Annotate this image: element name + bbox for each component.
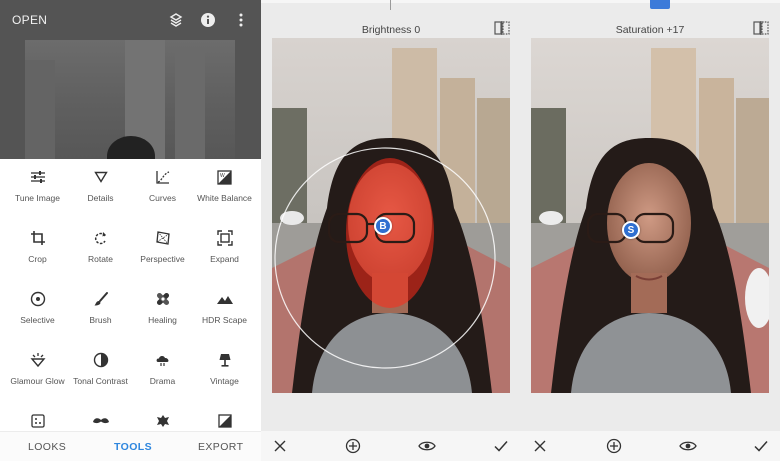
tab-export[interactable]: EXPORT xyxy=(198,441,243,453)
close-icon[interactable] xyxy=(271,437,289,455)
bottom-tab-bar: LOOKS TOOLS EXPORT xyxy=(0,431,261,461)
brightness-control-pin[interactable]: B xyxy=(374,217,392,235)
tool-expand[interactable]: Expand xyxy=(192,220,257,281)
grainy-film-icon xyxy=(28,411,48,431)
snapseed-screen: OPEN Tune Image Details Curves W White B… xyxy=(0,0,780,461)
tool-rotate[interactable]: Rotate xyxy=(68,220,133,281)
tool-grainy-film[interactable] xyxy=(5,403,70,431)
saturation-pane: Saturation +17 S xyxy=(520,0,780,461)
tool-brush[interactable]: Brush xyxy=(68,281,133,342)
tools-panel: OPEN Tune Image Details Curves W White B… xyxy=(0,0,261,461)
tool-grunge[interactable] xyxy=(130,403,195,431)
tool-tonal-contrast[interactable]: Tonal Contrast xyxy=(68,342,133,403)
tool-white-balance[interactable]: W White Balance xyxy=(192,159,257,220)
curves-icon xyxy=(153,167,173,187)
tool-retrolux[interactable] xyxy=(68,403,133,431)
pane-action-bar xyxy=(520,431,780,461)
white-balance-icon: W xyxy=(215,167,235,187)
dimmed-preview: OPEN xyxy=(0,0,261,159)
black-white-icon xyxy=(215,411,235,431)
tool-drama[interactable]: Drama xyxy=(130,342,195,403)
close-icon[interactable] xyxy=(531,437,549,455)
add-control-point-icon[interactable] xyxy=(605,437,623,455)
preview-thumbnail xyxy=(25,40,235,159)
tool-vintage[interactable]: Vintage xyxy=(192,342,257,403)
pane-title: Saturation +17 xyxy=(615,24,685,36)
selective-icon xyxy=(28,289,48,309)
apply-check-icon[interactable] xyxy=(752,437,770,455)
rotate-icon xyxy=(91,228,111,248)
eye-icon[interactable] xyxy=(418,437,436,455)
tool-healing[interactable]: Healing xyxy=(130,281,195,342)
adjust-slider-indicator[interactable] xyxy=(650,0,670,9)
brightness-pane: Brightness 0 B xyxy=(261,0,521,461)
glamour-glow-icon xyxy=(28,350,48,370)
tool-details[interactable]: Details xyxy=(68,159,133,220)
eye-icon[interactable] xyxy=(679,437,697,455)
tool-black-white[interactable] xyxy=(192,403,257,431)
tab-looks[interactable]: LOOKS xyxy=(28,441,66,453)
tool-glamour-glow[interactable]: Glamour Glow xyxy=(5,342,70,403)
perspective-icon xyxy=(153,228,173,248)
edit-panes: Brightness 0 B Saturation +17 S xyxy=(261,0,780,461)
tool-selective[interactable]: Selective xyxy=(5,281,70,342)
add-control-point-icon[interactable] xyxy=(344,437,362,455)
more-menu-icon[interactable] xyxy=(232,11,250,29)
pane-title: Brightness 0 xyxy=(361,24,421,36)
tool-tune-image[interactable]: Tune Image xyxy=(5,159,70,220)
photo-canvas[interactable] xyxy=(272,38,510,393)
tool-crop[interactable]: Crop xyxy=(5,220,70,281)
tool-curves[interactable]: Curves xyxy=(130,159,195,220)
photo-canvas[interactable] xyxy=(531,38,769,393)
expand-icon xyxy=(215,228,235,248)
details-triangle-icon xyxy=(91,167,111,187)
info-icon[interactable] xyxy=(199,11,217,29)
brush-icon xyxy=(91,289,111,309)
hdr-mountain-icon xyxy=(215,289,235,309)
apply-check-icon[interactable] xyxy=(492,437,510,455)
mustache-icon xyxy=(91,411,111,431)
open-button[interactable]: OPEN xyxy=(12,13,47,27)
tab-tools[interactable]: TOOLS xyxy=(114,441,152,453)
tools-grid: Tune Image Details Curves W White Balanc… xyxy=(0,159,261,431)
tonal-contrast-icon xyxy=(91,350,111,370)
tool-hdr-scape[interactable]: HDR Scape xyxy=(192,281,257,342)
svg-text:W: W xyxy=(220,173,225,179)
vintage-lamp-icon xyxy=(215,350,235,370)
top-toolbar: OPEN xyxy=(0,0,261,40)
tool-perspective[interactable]: Perspective xyxy=(130,220,195,281)
grunge-icon xyxy=(153,411,173,431)
healing-icon xyxy=(153,289,173,309)
compare-icon[interactable] xyxy=(753,21,769,35)
pane-action-bar xyxy=(261,431,521,461)
tune-icon xyxy=(28,167,48,187)
drama-cloud-icon xyxy=(153,350,173,370)
undo-layers-icon[interactable] xyxy=(167,11,185,29)
saturation-control-pin[interactable]: S xyxy=(622,221,640,239)
crop-icon xyxy=(28,228,48,248)
compare-icon[interactable] xyxy=(494,21,510,35)
adjust-slider-indicator[interactable] xyxy=(390,0,391,10)
